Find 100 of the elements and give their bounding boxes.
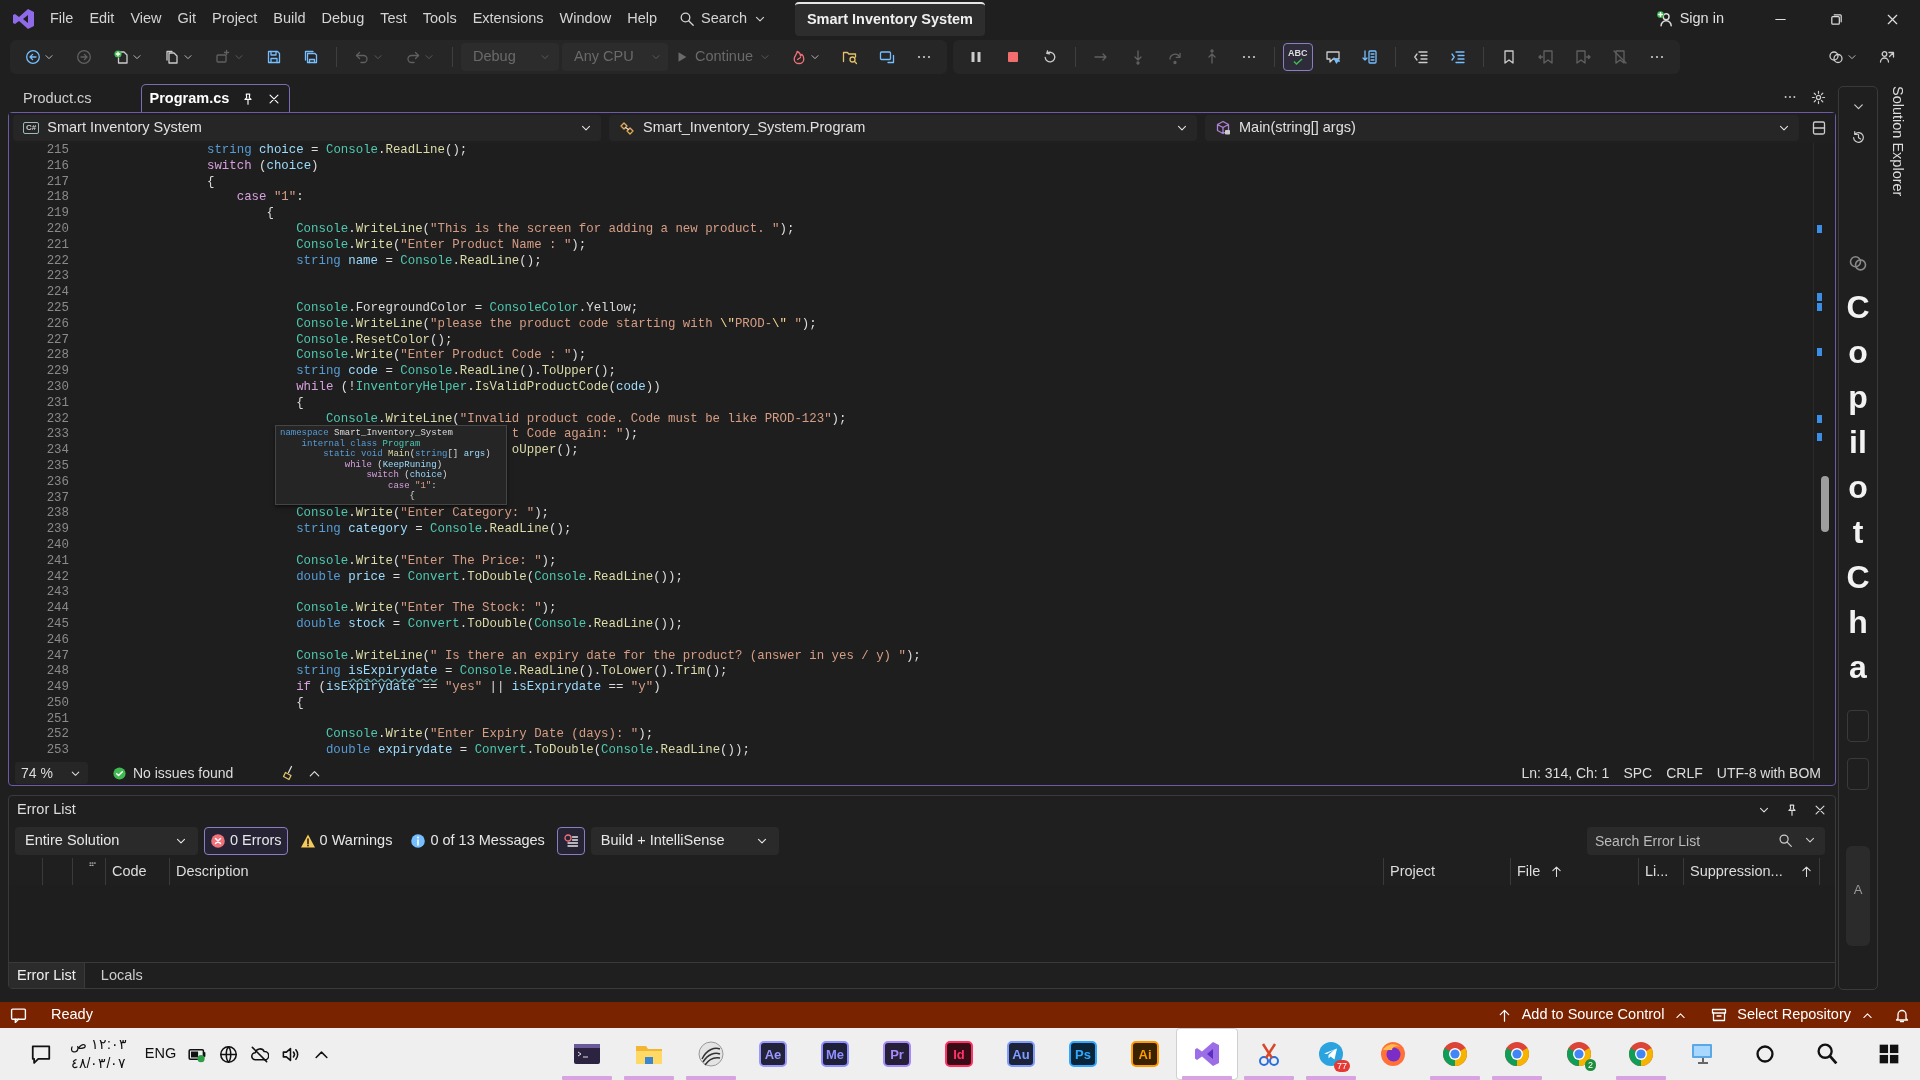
document-tab[interactable]: Program.cs	[140, 84, 291, 112]
notification-icon[interactable]	[30, 1043, 52, 1065]
search-icon[interactable]	[1778, 833, 1793, 848]
issues-status[interactable]: No issues found	[111, 762, 234, 784]
taskbar-button[interactable]: Id	[928, 1028, 990, 1080]
line-number: 229	[45, 364, 69, 380]
circles-icon[interactable]	[1848, 253, 1868, 273]
taskbar-button[interactable]: 2	[1548, 1028, 1610, 1080]
column-header[interactable]: File	[1511, 858, 1639, 885]
document-lines-icon[interactable]	[1361, 49, 1378, 65]
errors-filter[interactable]: 0 Errors	[204, 827, 288, 855]
custom-filter-button[interactable]	[556, 827, 585, 855]
folder-search-icon[interactable]	[842, 49, 859, 65]
code-line: oUpper();	[511, 443, 579, 459]
language-indicator[interactable]: ENG	[144, 1043, 177, 1065]
menu-item[interactable]: Build	[265, 5, 314, 33]
taskbar-button[interactable]: Ps	[1052, 1028, 1114, 1080]
column-header[interactable]: Description	[170, 858, 1384, 885]
navigation-dropdown[interactable]: Smart_Inventory_System.Program	[609, 115, 1197, 141]
taskbar-button[interactable]: Ae	[742, 1028, 804, 1080]
bell-icon[interactable]	[1894, 1007, 1910, 1023]
taskbar-button[interactable]: Me	[804, 1028, 866, 1080]
messages-filter[interactable]: 0 of 13 Messages	[404, 827, 551, 855]
app-icon: Ae	[758, 1039, 788, 1069]
copilot-chat-tab[interactable]: CopilotCha	[1845, 285, 1871, 690]
line-number: 222	[45, 253, 69, 270]
history-icon[interactable]	[1850, 130, 1866, 145]
app-icon: Au	[1006, 1039, 1036, 1069]
zoom-dropdown[interactable]: 74 %	[15, 762, 88, 784]
split-icon[interactable]	[1811, 120, 1827, 136]
taskbar-button[interactable]: 77	[1300, 1028, 1362, 1080]
file-encoding[interactable]: UTF-8 with BOM	[1716, 762, 1821, 784]
clock-time[interactable]: ١٢:٠٣ ص	[70, 1035, 127, 1054]
code-line: Console.ForegroundColor = ConsoleColor.Yellow;	[296, 300, 639, 317]
menu-item[interactable]: Help	[619, 5, 665, 33]
source-control-button[interactable]: Add to Source Control	[1496, 1004, 1688, 1026]
warnings-filter[interactable]: 0 Warnings	[293, 827, 399, 855]
column-header[interactable]: Suppression...	[1684, 858, 1820, 885]
column-header[interactable]: Code	[106, 858, 170, 885]
app-icon: Ai	[1130, 1039, 1160, 1069]
scope-dropdown[interactable]: Entire Solution	[15, 827, 198, 855]
cursor-position[interactable]: Ln: 314, Ch: 1	[1521, 762, 1610, 784]
indent-icon[interactable]	[1449, 49, 1466, 65]
taskbar-button[interactable]: Pr	[866, 1028, 928, 1080]
restore-icon[interactable]	[1828, 11, 1844, 27]
globe-icon[interactable]	[219, 1044, 239, 1064]
comment-icon[interactable]	[1324, 49, 1341, 65]
cloud-off-icon[interactable]	[250, 1044, 270, 1064]
arrow-left-icon[interactable]	[25, 49, 41, 65]
screens-icon[interactable]	[879, 49, 896, 65]
menu-item[interactable]: Test	[372, 5, 415, 33]
line-endings[interactable]: CRLF	[1666, 762, 1703, 784]
solution-explorer-tab[interactable]: Solution Explorer	[1886, 86, 1908, 1002]
line-number: 221	[45, 237, 69, 254]
line-number: 248	[45, 664, 69, 681]
panel-tab[interactable]: Error List	[9, 963, 85, 988]
menu-item[interactable]: Debug	[313, 5, 373, 33]
outdent-icon[interactable]	[1412, 49, 1429, 65]
save-icon[interactable]	[266, 49, 282, 65]
indentation-mode[interactable]: SPC	[1623, 762, 1653, 784]
pin-icon[interactable]	[1785, 803, 1799, 817]
code-line: switch (choice)	[206, 158, 319, 175]
menu-item[interactable]: Edit	[81, 5, 123, 33]
message-icon	[10, 1006, 27, 1024]
taskbar-button[interactable]: Au	[990, 1028, 1052, 1080]
spell-check-button[interactable]: ABC	[1283, 43, 1313, 71]
search-button[interactable]: Search	[671, 5, 775, 33]
person-add-icon	[1655, 10, 1674, 28]
source-dropdown[interactable]: Build + IntelliSense	[590, 827, 779, 855]
navigation-dropdown[interactable]: Main(string[] args)	[1205, 115, 1799, 141]
menu-item[interactable]: Project	[204, 5, 266, 33]
person-share-icon[interactable]	[1879, 49, 1895, 65]
menu-item[interactable]: File	[42, 5, 82, 33]
sign-in-button[interactable]: Sign in	[1655, 8, 1724, 30]
menu-item[interactable]: Extensions	[464, 5, 552, 33]
app-icon: Me	[820, 1039, 850, 1069]
column-header[interactable]: Li...	[1639, 858, 1684, 885]
file-type-icon: C#	[23, 122, 40, 134]
close-icon[interactable]	[1813, 803, 1827, 817]
search-field[interactable]: Search Error List	[1587, 827, 1825, 855]
menu-item[interactable]: View	[122, 5, 170, 33]
line-number: 242	[45, 569, 69, 586]
code-line: double stock = Convert.ToDouble(Console.ReadLine());	[296, 616, 683, 633]
menu-item[interactable]: Window	[551, 5, 620, 33]
document-tab[interactable]: Product.cs	[14, 84, 101, 112]
navigation-dropdown[interactable]: C# Smart Inventory System	[13, 115, 601, 141]
new-file-icon[interactable]	[113, 49, 129, 65]
taskbar-button[interactable]: Ai	[1114, 1028, 1176, 1080]
circles-icon[interactable]	[1828, 49, 1844, 65]
column-header[interactable]: Project	[1384, 858, 1511, 885]
menu-item[interactable]: Git	[169, 5, 205, 33]
repository-button[interactable]: Select Repository	[1711, 1004, 1874, 1026]
line-number: 216	[45, 158, 69, 175]
panel-tab[interactable]: Locals	[92, 963, 151, 988]
menu-item[interactable]: Tools	[414, 5, 465, 33]
code-line: string name = Console.ReadLine();	[296, 253, 542, 270]
save-all-icon[interactable]	[303, 49, 319, 65]
clock-date[interactable]: ٤٨/٠٣/٠٧	[70, 1054, 127, 1073]
settings-icon[interactable]	[1811, 89, 1826, 105]
documents-icon[interactable]	[164, 49, 180, 65]
